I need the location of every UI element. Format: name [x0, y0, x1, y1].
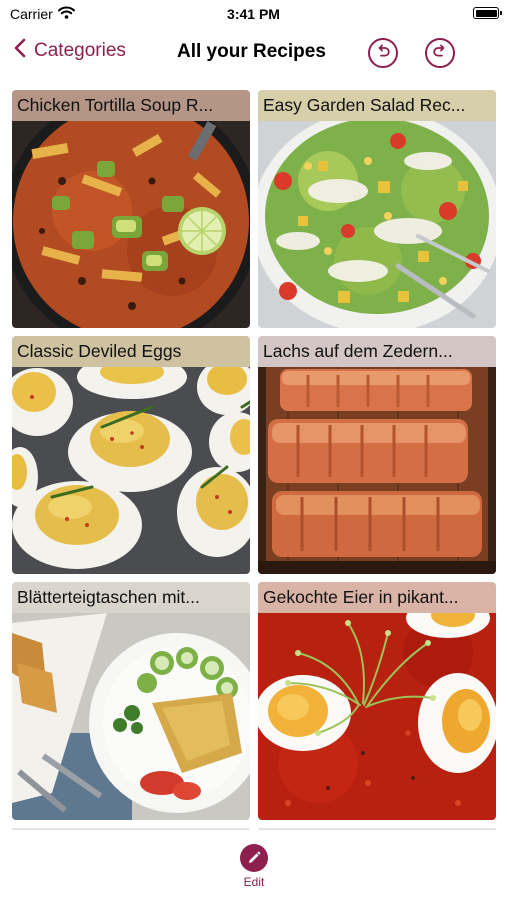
bottom-toolbar: Edit	[0, 832, 507, 900]
recipe-title: Classic Deviled Eggs	[12, 336, 250, 367]
recipe-photo	[12, 367, 250, 574]
recipe-card[interactable]: Chicken Tortilla Soup R...	[12, 90, 250, 328]
recipe-photo	[12, 121, 250, 328]
navigation-bar: Categories All your Recipes	[0, 28, 507, 78]
battery-icon	[473, 7, 502, 19]
recipe-title: Easy Garden Salad Rec...	[258, 90, 496, 121]
page-title: All your Recipes	[177, 41, 326, 62]
pencil-icon	[240, 844, 268, 872]
recipe-title: Gekochte Eier in pikant...	[258, 582, 496, 613]
recipe-card[interactable]: Gekochte Eier in pikant...	[258, 582, 496, 820]
recipe-card[interactable]: Classic Deviled Eggs	[12, 336, 250, 574]
edit-button-label: Edit	[243, 875, 265, 889]
redo-icon	[432, 43, 448, 64]
recipe-title: Lachs auf dem Zedern...	[258, 336, 496, 367]
recipe-title: Blätterteigtaschen mit...	[12, 582, 250, 613]
recipe-card[interactable]	[258, 828, 496, 830]
recipe-photo	[12, 613, 250, 820]
edit-button[interactable]: Edit	[237, 844, 271, 889]
recipe-photo	[258, 121, 496, 328]
recipe-card[interactable]: Blätterteigtaschen mit...	[12, 582, 250, 820]
recipe-card[interactable]	[12, 828, 250, 830]
status-bar: Carrier 3:41 PM	[0, 0, 507, 28]
chevron-left-icon	[14, 38, 26, 64]
redo-button[interactable]	[425, 38, 455, 68]
recipe-photo	[258, 613, 496, 820]
undo-icon	[375, 43, 391, 64]
undo-button[interactable]	[368, 38, 398, 68]
recipe-photo	[258, 367, 496, 574]
recipe-grid: Chicken Tortilla Soup R... Easy Garden S…	[12, 90, 496, 830]
back-button-label: Categories	[34, 40, 126, 61]
recipe-card[interactable]: Easy Garden Salad Rec...	[258, 90, 496, 328]
back-button[interactable]: Categories	[14, 38, 126, 64]
clock: 3:41 PM	[227, 6, 280, 22]
recipe-card[interactable]: Lachs auf dem Zedern...	[258, 336, 496, 574]
recipe-title: Chicken Tortilla Soup R...	[12, 90, 250, 121]
